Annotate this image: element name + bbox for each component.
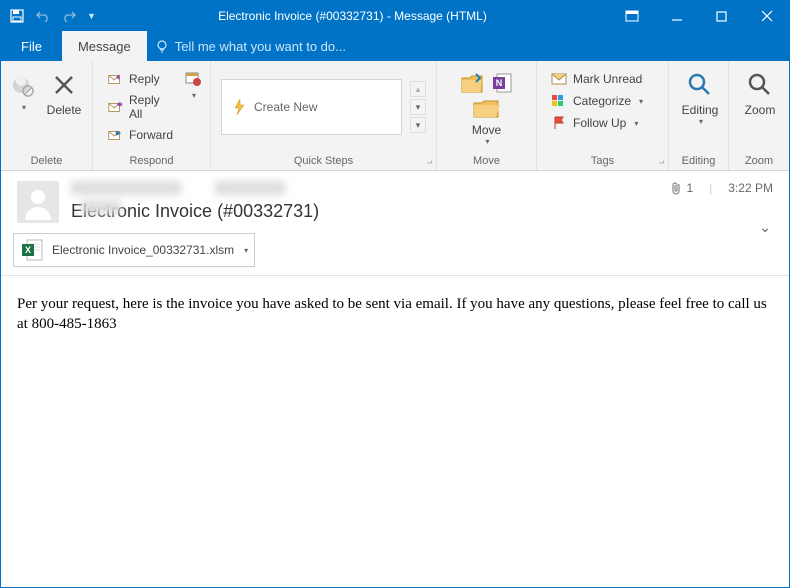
paperclip-icon xyxy=(670,181,682,195)
forward-label: Forward xyxy=(129,128,173,142)
excel-file-icon: X xyxy=(20,238,44,262)
title-bar: ▼ Electronic Invoice (#00332731) - Messa… xyxy=(1,1,789,31)
move-group-label: Move xyxy=(437,153,536,170)
delete-label: Delete xyxy=(47,103,82,117)
redo-icon[interactable] xyxy=(61,8,77,24)
forward-button[interactable]: Forward xyxy=(103,125,177,145)
flag-icon xyxy=(551,115,567,131)
lightbulb-icon xyxy=(155,39,169,53)
attachment-dropdown-icon[interactable]: ▾ xyxy=(244,246,248,255)
svg-text:X: X xyxy=(25,245,31,255)
lightning-icon xyxy=(232,98,246,116)
editing-label: Editing xyxy=(682,103,719,117)
quicksteps-group-label: Quick Steps xyxy=(211,153,436,170)
mark-unread-label: Mark Unread xyxy=(573,72,642,86)
save-icon[interactable] xyxy=(9,8,25,24)
editing-button[interactable]: Editing ▾ xyxy=(675,65,725,126)
message-subject: Electronic Invoice (#00332731) xyxy=(71,201,773,222)
ribbon: ▾ Delete Delete Reply xyxy=(1,61,789,171)
follow-up-button[interactable]: Follow Up ▾ xyxy=(547,113,647,133)
gallery-down-icon[interactable]: ▾ xyxy=(410,99,426,115)
reply-button[interactable]: Reply xyxy=(103,69,177,89)
maximize-button[interactable] xyxy=(699,1,744,31)
zoom-icon xyxy=(744,69,776,101)
move-label: Move xyxy=(472,123,501,137)
junk-icon xyxy=(7,69,39,101)
reply-all-icon xyxy=(107,99,123,115)
qat-dropdown-icon[interactable]: ▼ xyxy=(87,11,96,21)
delete-button[interactable]: Delete xyxy=(39,65,89,117)
categorize-icon xyxy=(551,93,567,109)
categorize-button[interactable]: Categorize ▾ xyxy=(547,91,647,111)
forward-icon xyxy=(107,127,123,143)
attachment-indicator: 1 xyxy=(670,181,693,195)
tab-file[interactable]: File xyxy=(1,31,62,61)
zoom-button[interactable]: Zoom xyxy=(735,65,785,117)
respond-more-button[interactable]: ▾ xyxy=(181,65,205,100)
onenote-icon[interactable]: N xyxy=(488,71,516,95)
outlook-message-window: ▼ Electronic Invoice (#00332731) - Messa… xyxy=(0,0,790,588)
tell-me-label: Tell me what you want to do... xyxy=(175,39,346,54)
zoom-group-label: Zoom xyxy=(729,153,789,170)
create-new-label: Create New xyxy=(254,100,317,114)
ribbon-display-options-icon[interactable] xyxy=(609,1,654,31)
move-folder-icon xyxy=(471,97,503,121)
gallery-more-icon[interactable]: ▾ xyxy=(410,117,426,133)
reply-icon xyxy=(107,71,123,87)
message-header: Electronic Invoice (#00332731) 1 | 3:22 … xyxy=(1,171,789,229)
message-body: Per your request, here is the invoice yo… xyxy=(1,276,789,353)
tell-me-search[interactable]: Tell me what you want to do... xyxy=(147,31,354,61)
minimize-button[interactable] xyxy=(654,1,699,31)
attachment-name: Electronic Invoice_00332731.xlsm xyxy=(52,243,234,257)
menu-bar: File Message Tell me what you want to do… xyxy=(1,31,789,61)
expand-chevron-icon[interactable]: ⌄ xyxy=(759,219,771,236)
undo-icon[interactable] xyxy=(35,8,51,24)
tab-message[interactable]: Message xyxy=(62,31,147,61)
sender-line xyxy=(71,181,331,197)
more-respond-icon xyxy=(183,69,203,89)
zoom-label: Zoom xyxy=(745,103,776,117)
junk-button[interactable]: ▾ xyxy=(7,65,39,112)
delete-group-label: Delete xyxy=(1,153,92,170)
quick-steps-gallery[interactable]: Create New xyxy=(221,79,402,135)
attachment-count: 1 xyxy=(686,181,693,195)
attachment-item[interactable]: X Electronic Invoice_00332731.xlsm ▾ xyxy=(13,233,255,267)
reply-all-label: Reply All xyxy=(129,93,173,121)
gallery-up-icon[interactable]: ▴ xyxy=(410,81,426,97)
rules-icon[interactable] xyxy=(458,71,486,95)
editing-group-label: Editing xyxy=(669,153,728,170)
move-button[interactable]: Move ▾ xyxy=(462,95,512,146)
window-title: Electronic Invoice (#00332731) - Message… xyxy=(96,9,609,23)
close-button[interactable] xyxy=(744,1,789,31)
tags-group-label: Tags xyxy=(537,153,668,170)
mark-unread-icon xyxy=(551,71,567,87)
delete-icon xyxy=(48,69,80,101)
svg-text:N: N xyxy=(495,78,502,88)
attachment-row: X Electronic Invoice_00332731.xlsm ▾ xyxy=(1,229,789,275)
reply-all-button[interactable]: Reply All xyxy=(103,91,177,123)
message-time: 3:22 PM xyxy=(728,181,773,195)
editing-find-icon xyxy=(684,69,716,101)
follow-up-label: Follow Up xyxy=(573,116,626,130)
mark-unread-button[interactable]: Mark Unread xyxy=(547,69,647,89)
reply-label: Reply xyxy=(129,72,160,86)
sender-avatar xyxy=(17,181,59,223)
categorize-label: Categorize xyxy=(573,94,631,108)
respond-group-label: Respond xyxy=(93,153,210,170)
